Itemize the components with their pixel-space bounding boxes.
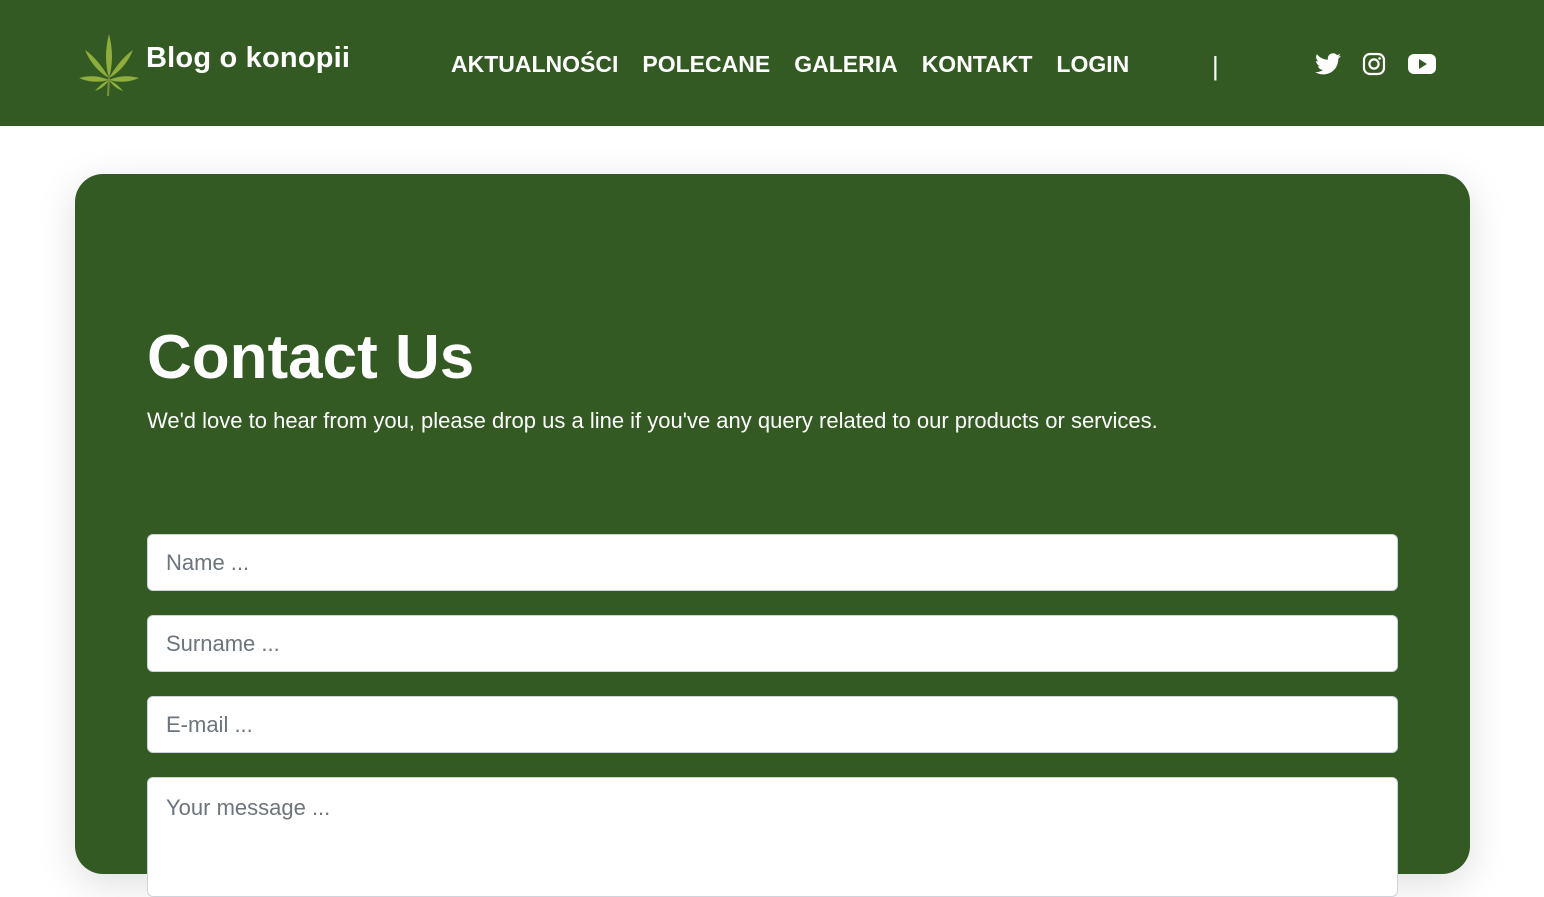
contact-card [75, 174, 1470, 874]
surname-input[interactable] [147, 615, 1398, 672]
nav-link-aktualnosci[interactable]: AKTUALNOŚCI [451, 48, 618, 80]
nav-link-polecane[interactable]: POLECANE [642, 48, 770, 80]
contact-subtitle: We'd love to hear from you, please drop … [147, 408, 1158, 433]
nav-link-kontakt[interactable]: KONTAKT [922, 48, 1033, 80]
nav-divider: | [1212, 51, 1219, 81]
contact-title: Contact Us [147, 323, 475, 392]
instagram-link[interactable] [1358, 48, 1390, 80]
nav-link-galeria[interactable]: GALERIA [794, 48, 898, 80]
youtube-link[interactable] [1406, 48, 1438, 80]
twitter-icon [1315, 53, 1341, 75]
top-navbar: Blog o konopii AKTUALNOŚCI POLECANE GALE… [0, 0, 1544, 126]
instagram-icon [1362, 52, 1386, 76]
cannabis-leaf-icon [79, 34, 139, 97]
name-input[interactable] [147, 534, 1398, 591]
email-input[interactable] [147, 696, 1398, 753]
twitter-link[interactable] [1312, 48, 1344, 80]
brand-logo-link[interactable] [76, 28, 142, 98]
main-nav: AKTUALNOŚCI POLECANE GALERIA KONTAKT LOG… [451, 48, 1129, 80]
youtube-icon [1408, 54, 1436, 74]
nav-link-login[interactable]: LOGIN [1056, 48, 1129, 80]
brand-name[interactable]: Blog o konopii [146, 42, 350, 75]
message-textarea[interactable] [147, 777, 1398, 897]
